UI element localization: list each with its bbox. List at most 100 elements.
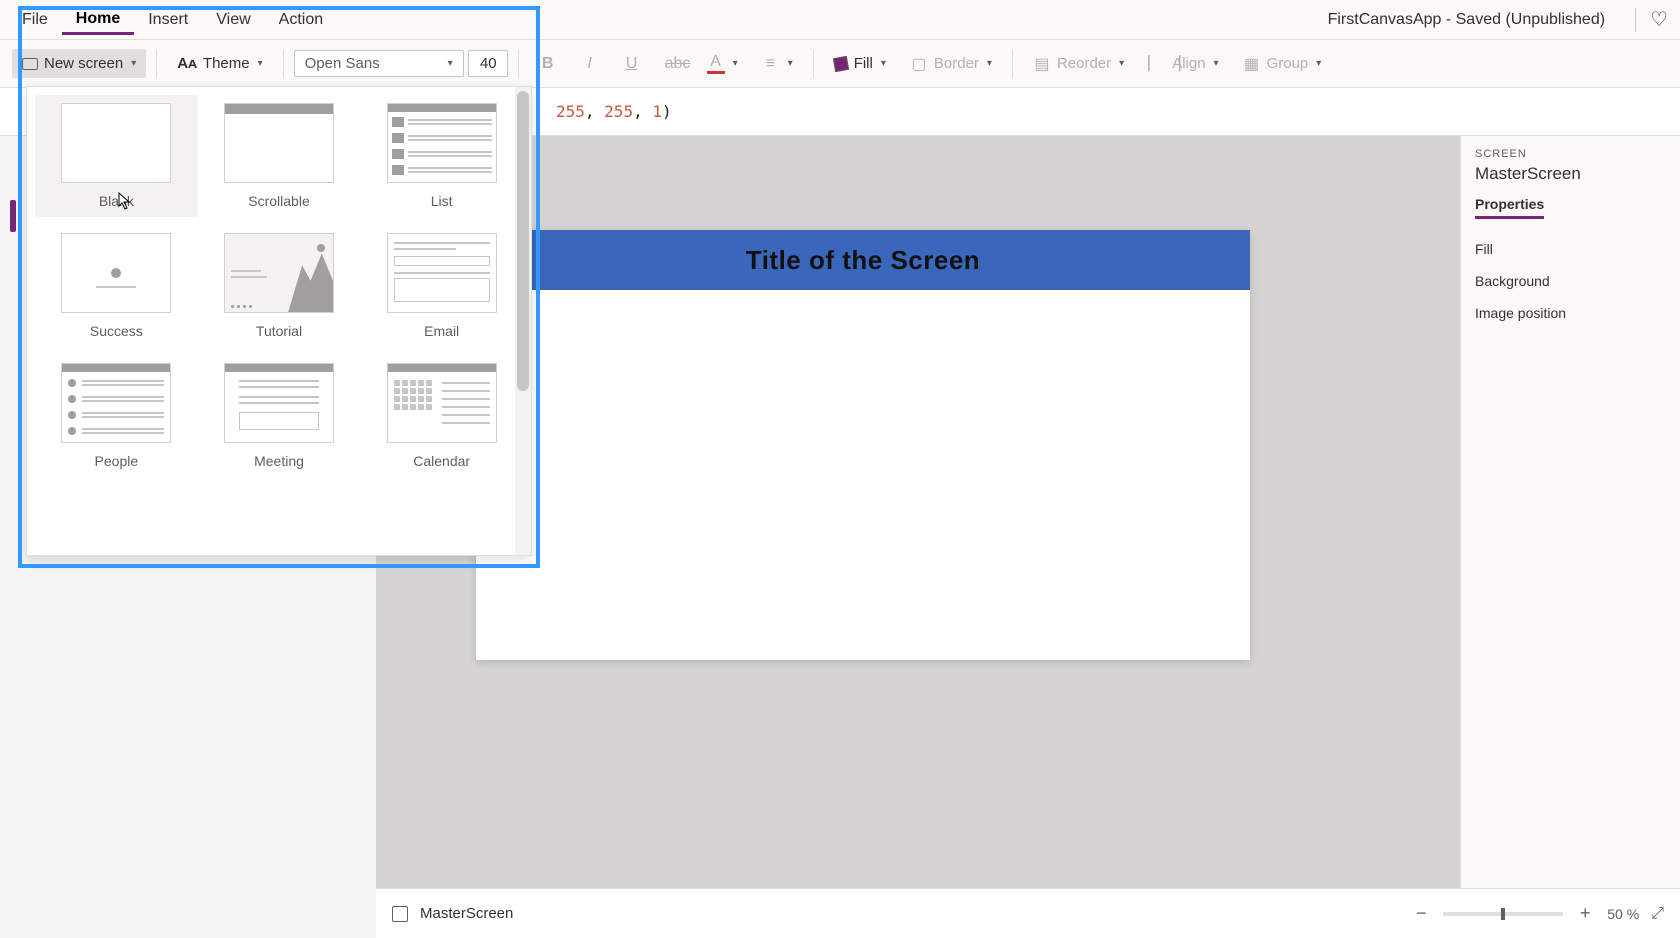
strikethrough-button[interactable]: abc [655,49,693,79]
zoom-in-button[interactable]: + [1575,903,1595,924]
font-color-button[interactable]: A▾ [697,47,748,80]
chevron-down-icon: ▾ [1316,58,1321,69]
formula-content: 255, 255, 1) [556,102,672,121]
theme-button[interactable]: Aᴀ Theme ▾ [167,49,272,78]
template-people[interactable]: People [35,355,198,477]
font-size-input[interactable]: 40 [468,50,508,77]
italic-icon: I [581,55,599,73]
theme-label: Theme [203,55,250,72]
chevron-down-icon: ▾ [733,58,738,69]
menu-file[interactable]: File [8,5,62,35]
zoom-slider-thumb[interactable] [1501,908,1505,920]
fill-icon [833,55,849,71]
reorder-icon: ▤ [1033,54,1051,74]
screen-icon [22,58,38,70]
group-icon: ▦ [1243,54,1261,74]
template-blank[interactable]: Blank [35,95,198,217]
font-family-value: Open Sans [305,55,380,72]
template-calendar-thumb [387,363,497,443]
template-label: Email [424,323,459,339]
popup-scrollbar[interactable] [515,87,531,555]
separator [156,50,157,78]
chevron-down-icon: ▾ [131,58,136,69]
italic-button[interactable]: I [571,49,609,79]
formula-num: 1 [652,102,662,121]
group-button[interactable]: ▦ Group ▾ [1233,48,1332,80]
zoom-controls: − + 50 % ⤢ [1411,903,1664,924]
reorder-button[interactable]: ▤ Reorder ▾ [1023,48,1134,80]
align-objects-button[interactable]: ⎸⎹ Align ▾ [1138,49,1228,79]
menu-insert[interactable]: Insert [134,5,202,35]
font-family-select[interactable]: Open Sans ▾ [294,50,464,77]
template-meeting[interactable]: Meeting [198,355,361,477]
new-screen-button[interactable]: New screen ▾ [12,49,146,78]
properties-panel: SCREEN MasterScreen Properties Fill Back… [1460,136,1680,888]
template-scrollable[interactable]: Scrollable [198,95,361,217]
group-label: Group [1267,55,1309,72]
menubar: File Home Insert View Action FirstCanvas… [0,0,1680,40]
properties-tab[interactable]: Properties [1475,196,1544,219]
property-row-fill[interactable]: Fill [1475,233,1666,265]
fill-button[interactable]: Fill ▾ [824,49,896,78]
bold-icon: B [539,55,557,73]
template-list[interactable]: List [360,95,523,217]
border-icon: ▢ [910,54,928,74]
template-label: Success [90,323,143,339]
underline-button[interactable]: U [613,49,651,79]
border-label: Border [934,55,979,72]
ribbon: New screen ▾ Aᴀ Theme ▾ Open Sans ▾ 40 B… [0,40,1680,88]
property-row-background[interactable]: Background [1475,265,1666,297]
strikethrough-icon: abc [665,55,683,73]
template-label: Tutorial [256,323,302,339]
formula-num: 255 [556,102,585,121]
template-label: Meeting [254,453,304,469]
chevron-down-icon: ▾ [448,58,453,69]
border-button[interactable]: ▢ Border ▾ [900,48,1002,80]
template-meeting-thumb [224,363,334,443]
zoom-slider[interactable] [1443,912,1563,916]
menu-home[interactable]: Home [62,4,134,35]
template-list-thumb [387,103,497,183]
template-email[interactable]: Email [360,225,523,347]
template-tutorial-thumb [224,233,334,313]
canvas-screen[interactable]: Title of the Screen [476,230,1250,660]
template-success-thumb [61,233,171,313]
align-text-button[interactable]: ≡▾ [752,49,803,79]
status-screen-name: MasterScreen [420,905,513,922]
separator [1012,50,1013,78]
template-scrollable-thumb [224,103,334,183]
template-tutorial[interactable]: Tutorial [198,225,361,347]
template-calendar[interactable]: Calendar [360,355,523,477]
chevron-down-icon: ▾ [1214,58,1219,69]
fill-label: Fill [854,55,873,72]
popup-scrollbar-thumb[interactable] [517,91,529,391]
screen-title: Title of the Screen [746,245,980,276]
font-color-icon: A [707,53,725,74]
zoom-out-button[interactable]: − [1411,903,1431,924]
bold-button[interactable]: B [529,49,567,79]
theme-icon: Aᴀ [177,55,197,72]
menu-view[interactable]: View [202,5,264,35]
fullscreen-icon[interactable]: ⤢ [1651,905,1664,923]
screen-header[interactable]: Title of the Screen [476,230,1250,290]
chevron-down-icon: ▾ [987,58,992,69]
menu-action[interactable]: Action [265,5,337,35]
reorder-label: Reorder [1057,55,1111,72]
template-success[interactable]: Success [35,225,198,347]
template-label: Scrollable [248,193,309,209]
screen-checkbox[interactable] [392,906,408,922]
chevron-down-icon: ▾ [881,58,886,69]
align-objects-label: Align [1172,55,1205,72]
chevron-down-icon: ▾ [258,58,263,69]
app-title: FirstCanvasApp - Saved (Unpublished) [1328,11,1605,29]
align-icon: ≡ [762,55,780,73]
template-blank-thumb [61,103,171,183]
property-row-image-position[interactable]: Image position [1475,297,1666,329]
diagnostic-icon[interactable]: ♡ [1646,7,1672,32]
separator [518,50,519,78]
separator [813,50,814,78]
new-screen-label: New screen [44,55,123,72]
mouse-cursor-icon [118,192,132,215]
left-rail-active-indicator [10,200,16,232]
underline-icon: U [623,55,641,73]
